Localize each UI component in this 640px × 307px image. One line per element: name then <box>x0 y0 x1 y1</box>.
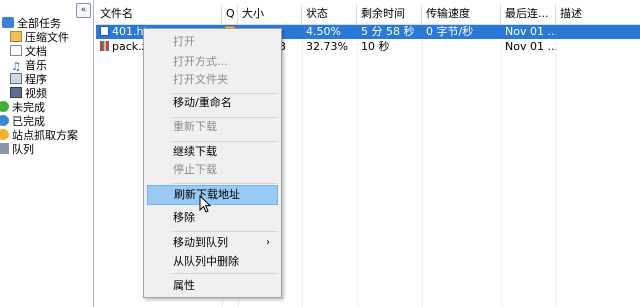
column-header-description[interactable]: 描述 <box>556 4 640 24</box>
menu-item-remove[interactable]: 移除 <box>147 208 278 228</box>
menu-item-open[interactable]: 打开 <box>147 32 278 52</box>
tree-item-label: 视频 <box>25 87 47 100</box>
menu-separator <box>173 273 277 274</box>
list-header: 文件名 Q 大小 状态 剩余时间 传输速度 最后连... 描述 <box>96 4 640 25</box>
submenu-arrow-icon: › <box>266 237 270 248</box>
tree-item-site-grabber[interactable]: 站点抓取方案 <box>0 129 78 143</box>
tree-item-music[interactable]: ♫ 音乐 <box>10 59 47 73</box>
last-connection-cell: Nov 01 ... <box>505 25 556 38</box>
menu-item-label: 移动到队列 <box>173 236 228 249</box>
tree-item-label: 站点抓取方案 <box>12 129 78 142</box>
speed-cell <box>422 40 501 54</box>
time-left-cell: 5 分 58 秒 <box>361 25 415 38</box>
tree-item-label: 压缩文件 <box>25 31 69 44</box>
column-header-last-connection[interactable]: 最后连... <box>501 4 556 24</box>
video-icon <box>10 87 22 98</box>
program-icon <box>10 73 22 84</box>
context-menu: 打开 打开方式... 打开文件夹 移动/重命名 重新下载 继续下载 停止下载 刷… <box>143 28 282 298</box>
grid-line <box>556 24 557 307</box>
grid-line <box>501 24 502 307</box>
tree-item-documents[interactable]: 文档 <box>10 45 47 59</box>
column-header-queue[interactable]: Q <box>222 4 238 24</box>
tree-item-label: 已完成 <box>12 115 45 128</box>
grid-line <box>422 24 423 307</box>
menu-item-open-with[interactable]: 打开方式... <box>147 52 278 72</box>
collapse-panel-button[interactable]: « <box>76 3 91 18</box>
menu-item-redownload[interactable]: 重新下载 <box>147 117 278 137</box>
archive-folder-icon <box>10 31 22 42</box>
menu-item-remove-from-queue[interactable]: 从队列中删除 <box>147 252 278 272</box>
column-header-filename[interactable]: 文件名 <box>96 4 222 24</box>
finished-icon <box>0 115 9 126</box>
tree-item-video[interactable]: 视频 <box>10 87 47 101</box>
grid-line <box>357 24 358 307</box>
tree-item-queues[interactable]: 队列 <box>0 143 34 157</box>
description-cell <box>556 25 640 39</box>
queue-icon <box>0 143 9 154</box>
menu-item-move-rename[interactable]: 移动/重命名 <box>147 93 278 113</box>
site-grabber-icon <box>0 129 9 140</box>
html-file-icon <box>100 26 109 36</box>
document-icon <box>10 45 22 56</box>
column-header-time-left[interactable]: 剩余时间 <box>357 4 422 24</box>
mouse-cursor-icon <box>199 195 211 213</box>
time-left-cell: 10 秒 <box>361 40 390 53</box>
column-header-size[interactable]: 大小 <box>238 4 302 24</box>
category-tree: « 全部任务 压缩文件 文档 ♫ 音乐 程序 视频 未完成 已完成 站点抓取方案 … <box>0 0 94 307</box>
zip-file-icon <box>100 41 109 51</box>
grid-line <box>302 24 303 307</box>
column-header-status[interactable]: 状态 <box>302 4 357 24</box>
tree-item-programs[interactable]: 程序 <box>10 73 47 87</box>
menu-separator <box>173 183 277 184</box>
menu-separator <box>173 231 277 232</box>
unfinished-icon <box>0 101 9 112</box>
menu-item-open-folder[interactable]: 打开文件夹 <box>147 70 278 90</box>
tree-item-label: 音乐 <box>25 59 47 72</box>
menu-item-properties[interactable]: 属性 <box>147 276 278 296</box>
column-header-speed[interactable]: 传输速度 <box>422 4 501 24</box>
status-cell: 4.50% <box>306 25 341 38</box>
tree-item-archives[interactable]: 压缩文件 <box>10 31 69 45</box>
menu-item-resume-download[interactable]: 继续下载 <box>147 142 278 162</box>
last-connection-cell: Nov 01 ... <box>505 40 556 53</box>
tree-item-all-tasks[interactable]: 全部任务 <box>2 17 61 31</box>
tree-item-label: 文档 <box>25 45 47 58</box>
menu-item-stop-download[interactable]: 停止下载 <box>147 160 278 180</box>
tree-item-label: 未完成 <box>12 101 45 114</box>
status-cell: 32.73% <box>306 40 348 53</box>
menu-item-move-to-queue[interactable]: 移动到队列 › <box>147 233 278 253</box>
music-icon: ♫ <box>11 60 21 73</box>
tree-item-unfinished[interactable]: 未完成 <box>0 101 45 115</box>
tree-item-label: 队列 <box>12 143 34 156</box>
tree-item-label: 全部任务 <box>17 17 61 30</box>
description-cell <box>556 40 640 54</box>
menu-item-refresh-download-address[interactable]: 刷新下载地址 <box>147 185 278 205</box>
tree-item-label: 程序 <box>25 73 47 86</box>
speed-cell: 0 字节/秒 <box>426 25 474 38</box>
tree-item-finished[interactable]: 已完成 <box>0 115 45 129</box>
all-tasks-icon <box>2 17 14 28</box>
